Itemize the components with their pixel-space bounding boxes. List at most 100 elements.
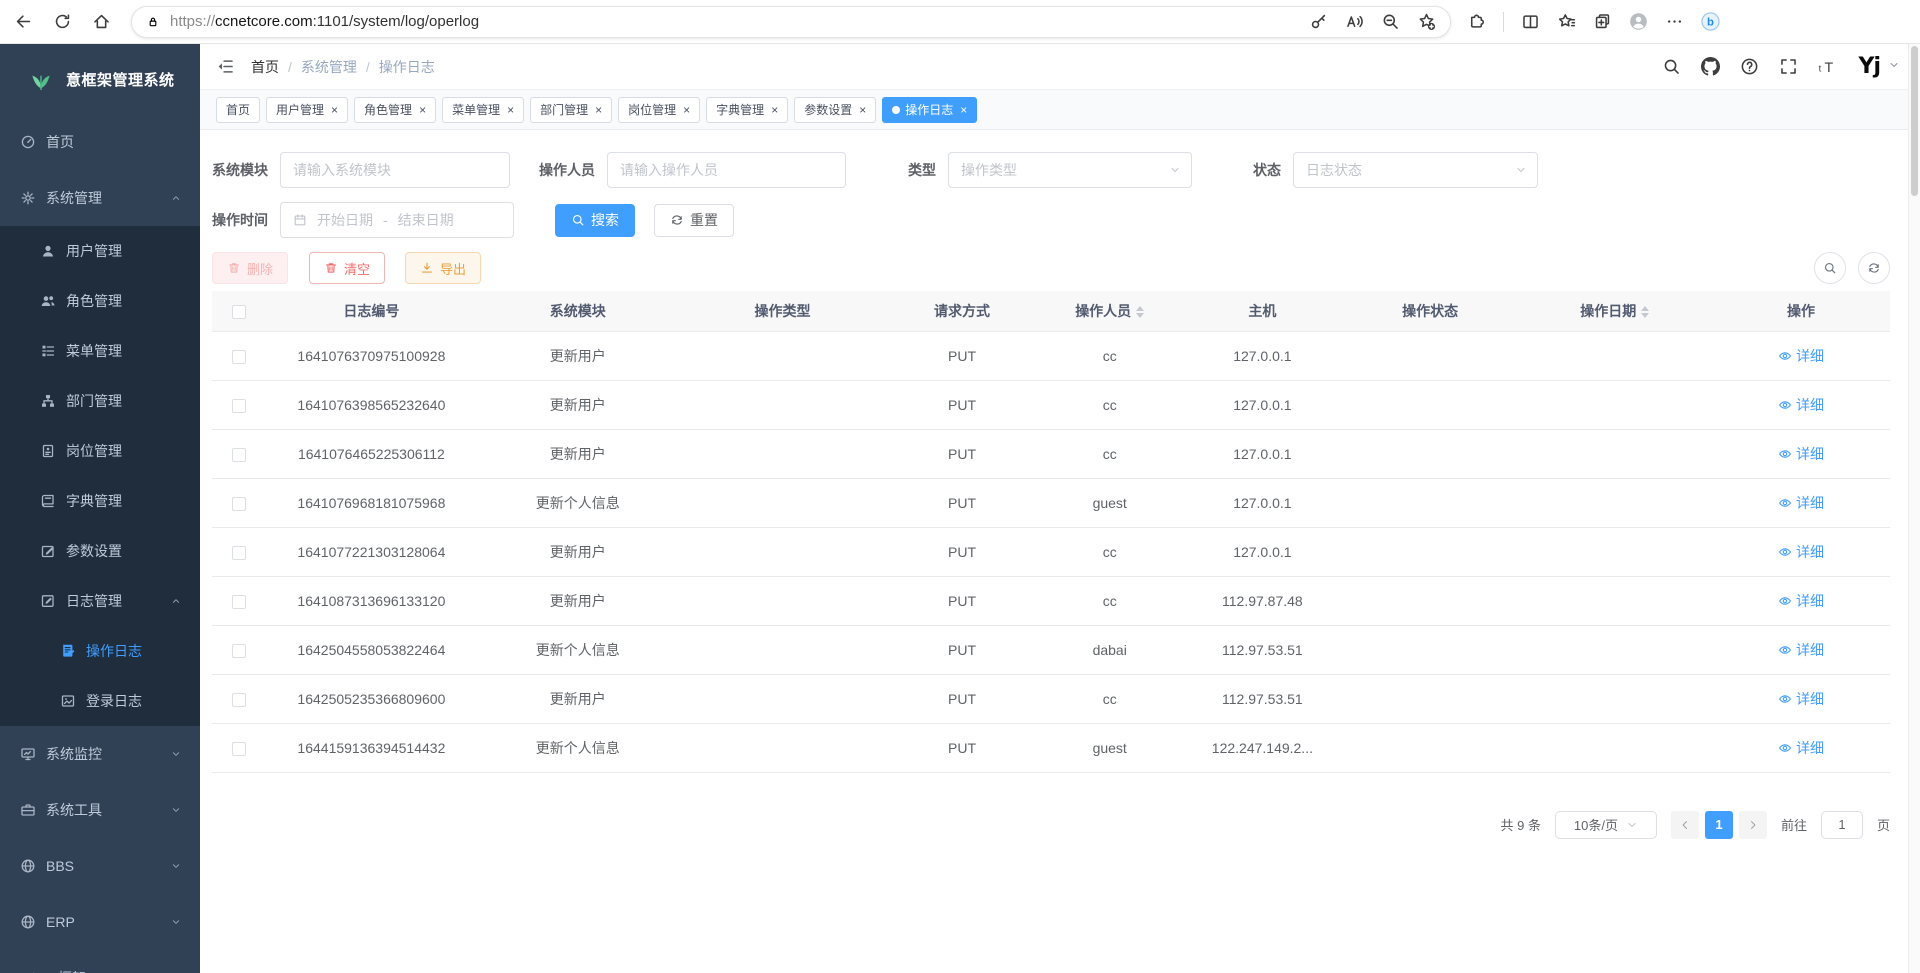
profile-avatar-icon[interactable] xyxy=(1629,12,1648,31)
table-search-button[interactable] xyxy=(1814,252,1846,284)
tab-部门管理[interactable]: 部门管理 × xyxy=(530,97,612,123)
sidebar-item-operlog[interactable]: 操作日志 xyxy=(0,626,200,676)
prev-page-button[interactable] xyxy=(1671,811,1699,839)
sidebar-item-loginlog[interactable]: 登录日志 xyxy=(0,676,200,726)
detail-link[interactable]: 详细 xyxy=(1778,346,1824,366)
column-header[interactable]: 操作人员 xyxy=(1038,291,1182,331)
github-icon[interactable] xyxy=(1701,57,1720,76)
type-select[interactable]: 操作类型 xyxy=(948,152,1192,188)
row-checkbox[interactable] xyxy=(232,350,246,364)
detail-link[interactable]: 详细 xyxy=(1778,689,1824,709)
favorite-add-icon[interactable] xyxy=(1417,12,1436,31)
row-checkbox[interactable] xyxy=(232,546,246,560)
tab-close-icon[interactable]: × xyxy=(960,104,967,116)
refresh-icon[interactable] xyxy=(53,12,72,31)
detail-link[interactable]: 详细 xyxy=(1778,640,1824,660)
scrollbar-thumb[interactable] xyxy=(1911,46,1918,196)
sidebar-item-home[interactable]: 首页 xyxy=(0,114,200,170)
sort-carets[interactable] xyxy=(1641,306,1649,318)
bing-chat-icon[interactable]: b xyxy=(1701,12,1720,31)
search-button[interactable]: 搜索 xyxy=(555,204,635,237)
tab-用户管理[interactable]: 用户管理 × xyxy=(266,97,348,123)
row-checkbox[interactable] xyxy=(232,399,246,413)
sidebar-item-tools[interactable]: 系统工具 xyxy=(0,782,200,838)
zoom-out-icon[interactable] xyxy=(1381,12,1400,31)
sort-asc-icon[interactable] xyxy=(1136,306,1144,311)
collections-icon[interactable] xyxy=(1593,12,1612,31)
row-checkbox[interactable] xyxy=(232,644,246,658)
page-size-select[interactable]: 10条/页 xyxy=(1555,811,1657,839)
select-all-checkbox[interactable] xyxy=(232,305,246,319)
tab-岗位管理[interactable]: 岗位管理 × xyxy=(618,97,700,123)
module-input[interactable] xyxy=(280,152,510,188)
extensions-icon[interactable] xyxy=(1467,12,1486,31)
next-page-button[interactable] xyxy=(1739,811,1767,839)
row-checkbox[interactable] xyxy=(232,742,246,756)
delete-button[interactable]: 删除 xyxy=(212,252,288,284)
font-size-icon[interactable]: tT xyxy=(1818,57,1837,76)
sidebar-item-dicts[interactable]: 字典管理 xyxy=(0,476,200,526)
export-button[interactable]: 导出 xyxy=(405,252,481,284)
more-icon[interactable] xyxy=(1665,12,1684,31)
detail-link[interactable]: 详细 xyxy=(1778,591,1824,611)
table-refresh-button[interactable] xyxy=(1858,252,1890,284)
reset-button[interactable]: 重置 xyxy=(654,204,734,237)
date-range-picker[interactable]: 开始日期 - 结束日期 xyxy=(280,202,514,238)
address-bar[interactable]: https://ccnetcore.com:1101/system/log/op… xyxy=(131,6,1451,38)
row-checkbox[interactable] xyxy=(232,497,246,511)
tab-首页[interactable]: 首页 xyxy=(216,97,260,123)
sidebar-item-logs[interactable]: 日志管理 xyxy=(0,576,200,626)
sidebar-item-bbs[interactable]: BBS xyxy=(0,838,200,894)
back-icon[interactable] xyxy=(14,12,33,31)
detail-link[interactable]: 详细 xyxy=(1778,493,1824,513)
sort-asc-icon[interactable] xyxy=(1641,306,1649,311)
sidebar-item-departments[interactable]: 部门管理 xyxy=(0,376,200,426)
help-icon[interactable] xyxy=(1740,57,1759,76)
status-select[interactable]: 日志状态 xyxy=(1293,152,1538,188)
tab-close-icon[interactable]: × xyxy=(331,104,338,116)
column-header[interactable]: 操作日期 xyxy=(1517,291,1712,331)
favorites-icon[interactable] xyxy=(1557,12,1576,31)
detail-link[interactable]: 详细 xyxy=(1778,738,1824,758)
split-screen-icon[interactable] xyxy=(1521,12,1540,31)
sidebar-item-erp[interactable]: ERP xyxy=(0,894,200,950)
page-scrollbar[interactable] xyxy=(1908,44,1920,973)
tab-close-icon[interactable]: × xyxy=(419,104,426,116)
sort-desc-icon[interactable] xyxy=(1641,313,1649,318)
tab-close-icon[interactable]: × xyxy=(507,104,514,116)
tab-参数设置[interactable]: 参数设置 × xyxy=(794,97,876,123)
goto-page-input[interactable] xyxy=(1821,811,1863,839)
sidebar-item-monitor[interactable]: 系统监控 xyxy=(0,726,200,782)
tab-close-icon[interactable]: × xyxy=(859,104,866,116)
breadcrumb-item[interactable]: 首页 xyxy=(251,57,279,77)
row-checkbox[interactable] xyxy=(232,595,246,609)
tab-close-icon[interactable]: × xyxy=(771,104,778,116)
search-icon[interactable] xyxy=(1662,57,1681,76)
detail-link[interactable]: 详细 xyxy=(1778,395,1824,415)
tab-角色管理[interactable]: 角色管理 × xyxy=(354,97,436,123)
sidebar-item-params[interactable]: 参数设置 xyxy=(0,526,200,576)
detail-link[interactable]: 详细 xyxy=(1778,444,1824,464)
tab-操作日志[interactable]: 操作日志 × xyxy=(882,97,977,123)
sort-carets[interactable] xyxy=(1136,306,1144,318)
key-icon[interactable] xyxy=(1309,12,1328,31)
user-avatar[interactable]: Yj xyxy=(1859,54,1900,79)
sidebar-item-posts[interactable]: 岗位管理 xyxy=(0,426,200,476)
sidebar-item-users[interactable]: 用户管理 xyxy=(0,226,200,276)
tab-菜单管理[interactable]: 菜单管理 × xyxy=(442,97,524,123)
tab-close-icon[interactable]: × xyxy=(683,104,690,116)
row-checkbox[interactable] xyxy=(232,448,246,462)
fullscreen-icon[interactable] xyxy=(1779,57,1798,76)
page-1-button[interactable]: 1 xyxy=(1705,811,1733,839)
sidebar-item-system[interactable]: 系统管理 xyxy=(0,170,200,226)
row-checkbox[interactable] xyxy=(232,693,246,707)
read-aloud-icon[interactable] xyxy=(1345,12,1364,31)
sidebar-item-roles[interactable]: 角色管理 xyxy=(0,276,200,326)
operator-input[interactable] xyxy=(607,152,846,188)
sidebar-item-yiframe[interactable]: Yi框架 xyxy=(0,950,200,973)
sidebar-item-menus[interactable]: 菜单管理 xyxy=(0,326,200,376)
clear-button[interactable]: 清空 xyxy=(309,252,385,284)
sort-desc-icon[interactable] xyxy=(1136,313,1144,318)
home-icon[interactable] xyxy=(92,12,111,31)
sidebar-collapse-icon[interactable] xyxy=(216,57,235,76)
